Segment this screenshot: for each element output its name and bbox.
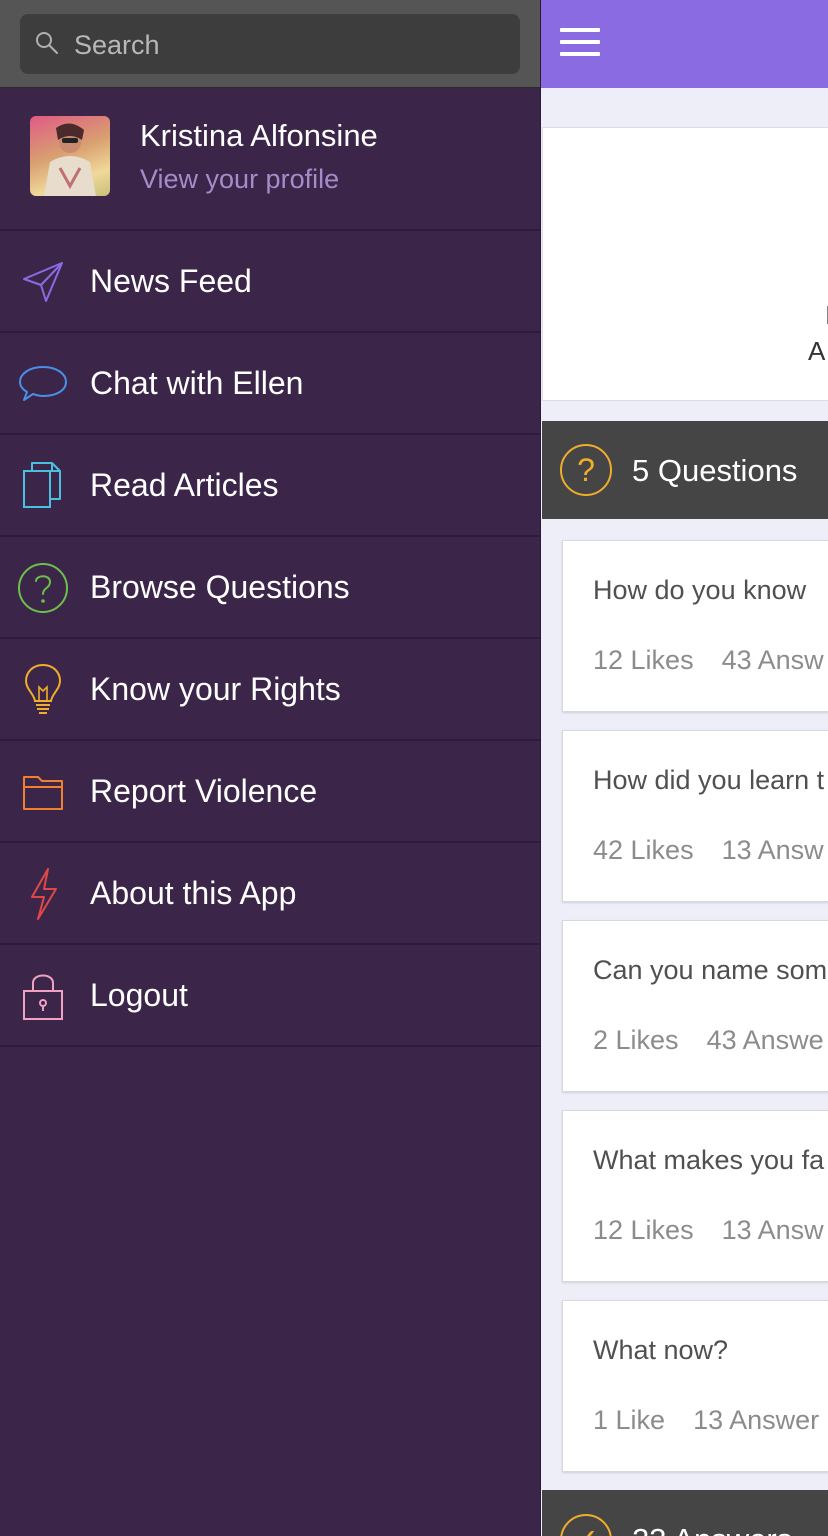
nav-label: Logout <box>90 977 188 1013</box>
send-icon <box>23 262 63 302</box>
likes-count: 2 Likes <box>593 1025 679 1055</box>
likes-count: 12 Likes <box>593 1215 694 1245</box>
question-text: How did you learn t <box>593 765 825 795</box>
question-text: Can you name som <box>593 955 828 985</box>
document-icon <box>23 462 61 508</box>
question-meta: 2 Likes 43 Answe <box>593 1025 824 1056</box>
top-bar <box>540 0 828 88</box>
question-meta: 12 Likes 43 Answ <box>593 645 824 676</box>
nav-label: Report Violence <box>90 773 318 809</box>
profile-header[interactable]: Kristina Alfonsine View your profile <box>0 88 540 231</box>
search-input[interactable] <box>72 14 506 76</box>
nav-label: Know your Rights <box>90 671 341 707</box>
nav-label: About this App <box>90 875 297 911</box>
checkmark-circle-icon: ✓ <box>560 1514 612 1536</box>
question-meta: 1 Like 13 Answer <box>593 1405 819 1436</box>
nav-item-read-articles[interactable]: Read Articles <box>0 435 540 537</box>
nav-label: Browse Questions <box>90 569 350 605</box>
lightbulb-icon <box>24 663 62 714</box>
nav-item-about-app[interactable]: About this App <box>0 843 540 945</box>
profile-card-text: A <box>808 336 826 366</box>
nav-label: News Feed <box>90 263 252 299</box>
profile-name: Kristina Alfonsine <box>140 118 378 153</box>
question-card[interactable]: Can you name som 2 Likes 43 Answe <box>562 920 828 1092</box>
question-circle-icon: ? <box>560 444 612 496</box>
question-meta: 12 Likes 13 Answ <box>593 1215 824 1246</box>
questions-count: 5 Questions <box>632 453 798 488</box>
answers-count: 13 Answ <box>721 1215 824 1245</box>
answers-count: 13 Answ <box>721 835 824 865</box>
question-text: What makes you fa <box>593 1145 825 1175</box>
profile-card[interactable]: I A <box>542 127 828 401</box>
nav-label: Chat with Ellen <box>90 365 304 401</box>
question-card[interactable]: What now? 1 Like 13 Answer <box>562 1300 828 1472</box>
question-text: What now? <box>593 1335 729 1365</box>
answers-section-header[interactable]: ✓ 23 Answers <box>542 1490 828 1536</box>
likes-count: 12 Likes <box>593 645 694 675</box>
search-icon <box>36 32 58 54</box>
search-bar <box>0 0 540 88</box>
answers-count: 43 Answe <box>706 1025 824 1055</box>
chat-bubble-icon <box>19 366 67 401</box>
menu-icon[interactable] <box>560 28 600 60</box>
main-content: I A ? 5 Questions How do you know 12 Lik… <box>540 0 828 1536</box>
likes-count: 1 Like <box>593 1405 666 1435</box>
answers-count: 43 Answ <box>721 645 824 675</box>
view-profile-link[interactable]: View your profile <box>140 164 339 195</box>
likes-count: 42 Likes <box>593 835 694 865</box>
question-card[interactable]: How did you learn t 42 Likes 13 Answ <box>562 730 828 902</box>
nav-item-browse-questions[interactable]: Browse Questions <box>0 537 540 639</box>
answers-count-label: 23 Answers <box>632 1522 792 1536</box>
nav-label: Read Articles <box>90 467 279 503</box>
side-drawer: Kristina Alfonsine View your profile New… <box>0 0 541 1536</box>
nav-item-news-feed[interactable]: News Feed <box>0 231 540 333</box>
nav-item-know-your-rights[interactable]: Know your Rights <box>0 639 540 741</box>
lightning-icon <box>31 868 57 920</box>
question-card[interactable]: How do you know 12 Likes 43 Answ <box>562 540 828 712</box>
questions-section-header[interactable]: ? 5 Questions <box>542 421 828 519</box>
question-text: How do you know <box>593 575 807 605</box>
nav-item-report-violence[interactable]: Report Violence <box>0 741 540 843</box>
answers-count: 13 Answer <box>693 1405 820 1435</box>
avatar-image <box>44 123 96 196</box>
nav-item-logout[interactable]: Logout <box>0 945 540 1047</box>
question-meta: 42 Likes 13 Answ <box>593 835 824 866</box>
lock-icon <box>23 974 63 1020</box>
nav-item-chat[interactable]: Chat with Ellen <box>0 333 540 435</box>
question-card[interactable]: What makes you fa 12 Likes 13 Answ <box>562 1110 828 1282</box>
search-box[interactable] <box>20 14 520 76</box>
question-circle-icon <box>18 563 68 613</box>
avatar[interactable] <box>30 116 110 196</box>
folder-icon <box>23 776 63 810</box>
